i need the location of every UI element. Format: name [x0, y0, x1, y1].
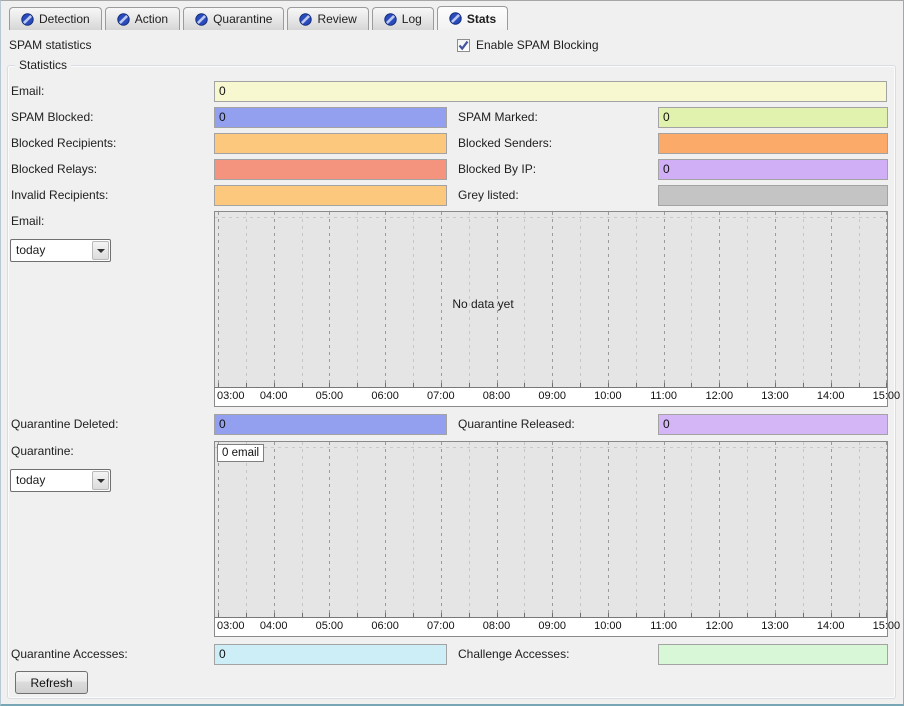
email-activity-chart-plot-area: No data yet: [214, 211, 888, 388]
x-tick-label: 05:00: [316, 620, 344, 632]
block-icon: [384, 13, 397, 26]
email-activity-chart: No data yet 03:00 04:00 05:00 06:00 07:00 08:0…: [214, 211, 888, 407]
x-tick-label: 10:00: [594, 390, 622, 402]
x-tick-label: 04:00: [260, 620, 288, 632]
tab-label: Log: [402, 12, 422, 26]
x-tick-label: 14:00: [817, 620, 845, 632]
email-period-select[interactable]: today: [10, 239, 111, 262]
block-icon: [299, 13, 312, 26]
grey-listed-label: Grey listed:: [458, 185, 519, 206]
tab-detection[interactable]: Detection: [9, 7, 102, 30]
invalid-recipients-label: Invalid Recipients:: [11, 185, 108, 206]
groupbox-title: Statistics: [15, 58, 71, 72]
quarantine-deleted-label: Quarantine Deleted:: [11, 414, 118, 435]
tab-label: Detection: [39, 12, 90, 26]
x-tick-label: 15:00: [873, 620, 901, 632]
tab-log[interactable]: Log: [372, 7, 434, 30]
x-tick-label: 07:00: [427, 620, 455, 632]
tab-label: Review: [317, 12, 356, 26]
x-tick-label: 09:00: [538, 620, 566, 632]
block-icon: [21, 13, 34, 26]
tab-review[interactable]: Review: [287, 7, 368, 30]
tab-bar: Detection Action Quarantine Review Log Stats: [9, 6, 511, 30]
tab-label: Quarantine: [213, 12, 272, 26]
spam-marked-field: 0: [658, 107, 888, 128]
spam-marked-label: SPAM Marked:: [458, 107, 538, 128]
x-tick-label: 15:00: [873, 390, 901, 402]
x-tick-label: 12:00: [706, 390, 734, 402]
email-total-label: Email:: [11, 81, 44, 102]
block-icon: [195, 13, 208, 26]
x-tick-label: 11:00: [650, 390, 677, 402]
grey-listed-field: [658, 185, 888, 206]
blocked-by-ip-field: 0: [658, 159, 888, 180]
x-tick-label: 09:00: [538, 390, 566, 402]
x-tick-label: 06:00: [371, 620, 399, 632]
invalid-recipients-field: [214, 185, 447, 206]
x-tick-label: 03:00: [217, 620, 245, 632]
x-tick-label: 06:00: [371, 390, 399, 402]
email-chart-label: Email:: [11, 214, 44, 228]
spam-settings-window: DetectionActionQuarantineReviewLogStats …: [0, 0, 904, 706]
block-icon: [117, 13, 130, 26]
x-tick-label: 03:00: [217, 390, 245, 402]
spam-blocked-field: 0: [214, 107, 447, 128]
quarantine-accesses-field: 0: [214, 644, 447, 665]
quarantine-period-value: today: [11, 470, 91, 491]
blocked-relays-label: Blocked Relays:: [11, 159, 97, 180]
quarantine-activity-chart: 0 email 03:00 04:00 05:00 06:00 07:00 08:00 09:…: [214, 441, 888, 637]
challenge-accesses-field: [658, 644, 888, 665]
x-tick-label: 04:00: [260, 390, 288, 402]
block-icon: [449, 12, 462, 25]
x-tick-label: 08:00: [483, 620, 511, 632]
email-activity-chart-x-axis: 03:00 04:00 05:00 06:00 07:00 08:00 09:00 10:00…: [214, 388, 888, 407]
blocked-recipients-label: Blocked Recipients:: [11, 133, 116, 154]
quarantine-released-field: 0: [658, 414, 888, 435]
page-title: SPAM statistics: [9, 38, 91, 52]
quarantine-period-select[interactable]: today: [10, 469, 111, 492]
quarantine-activity-chart-x-axis: 03:00 04:00 05:00 06:00 07:00 08:00 09:00 10:00…: [214, 618, 888, 637]
email-period-value: today: [11, 240, 91, 261]
quarantine-chart-label: Quarantine:: [11, 444, 74, 458]
tab-quarantine[interactable]: Quarantine: [183, 7, 284, 30]
tab-label: Stats: [467, 12, 496, 26]
challenge-accesses-label: Challenge Accesses:: [458, 644, 569, 665]
checkbox-icon[interactable]: [457, 39, 470, 52]
refresh-button[interactable]: Refresh: [15, 671, 88, 694]
enable-spam-blocking-checkbox[interactable]: Enable SPAM Blocking: [457, 38, 599, 52]
no-data-label: No data yet: [452, 297, 513, 311]
quarantine-activity-chart-plot-area: 0 email: [214, 441, 888, 618]
blocked-senders-label: Blocked Senders:: [458, 133, 552, 154]
x-tick-label: 13:00: [761, 620, 789, 632]
x-tick-label: 08:00: [483, 390, 511, 402]
tab-action[interactable]: Action: [105, 7, 180, 30]
x-tick-label: 11:00: [650, 620, 677, 632]
tab-stats[interactable]: Stats: [437, 6, 508, 30]
blocked-senders-field: [658, 133, 888, 154]
email-count-badge: 0 email: [217, 444, 264, 462]
tab-label: Action: [135, 12, 168, 26]
spam-blocked-label: SPAM Blocked:: [11, 107, 93, 128]
quarantine-released-label: Quarantine Released:: [458, 414, 575, 435]
blocked-by-ip-label: Blocked By IP:: [458, 159, 536, 180]
check-icon: [458, 40, 469, 51]
x-tick-label: 10:00: [594, 620, 622, 632]
email-total-field: 0: [214, 81, 887, 102]
quarantine-deleted-field: 0: [214, 414, 447, 435]
quarantine-accesses-label: Quarantine Accesses:: [11, 644, 128, 665]
blocked-recipients-field: [214, 133, 447, 154]
x-tick-label: 13:00: [761, 390, 789, 402]
x-tick-label: 12:00: [706, 620, 734, 632]
x-tick-label: 05:00: [316, 390, 344, 402]
chevron-down-icon[interactable]: [92, 241, 109, 260]
checkbox-label: Enable SPAM Blocking: [476, 38, 599, 52]
x-tick-label: 14:00: [817, 390, 845, 402]
chevron-down-icon[interactable]: [92, 471, 109, 490]
x-tick-label: 07:00: [427, 390, 455, 402]
blocked-relays-field: [214, 159, 447, 180]
